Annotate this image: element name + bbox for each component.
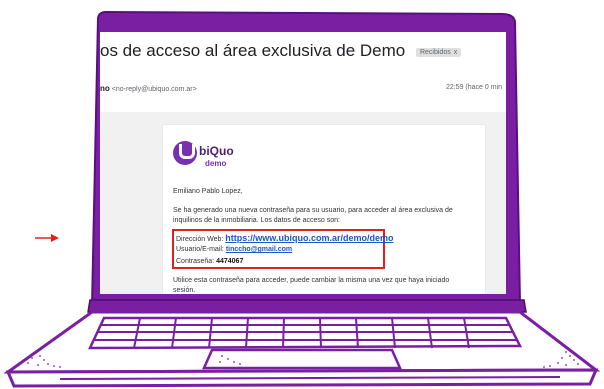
inbox-label-text: Recibidos	[419, 49, 451, 56]
credentials-box: Dirección Web: https://www.ubiquo.com.ar…	[172, 229, 393, 269]
subject-text: os de acceso al área exclusiva de Demo	[100, 41, 406, 60]
user-email-link[interactable]: tinccho@gmail.com	[226, 246, 292, 253]
password-value: 4474067	[216, 258, 244, 265]
user-row: Usuario/E-mail: tinccho@gmail.com	[176, 246, 292, 253]
sender-email: <no-reply@ubiquo.com.ar>	[111, 86, 197, 93]
email-subject: os de acceso al área exclusiva de Demo R…	[100, 41, 462, 61]
email-time: 22:59 (hace 0 min	[445, 84, 502, 91]
logo-name: biQuo	[199, 144, 234, 158]
arrow-right-icon	[35, 234, 59, 242]
sender-name[interactable]: no	[100, 84, 110, 93]
email-body-card: biQuo demo Emiliano Pablo Lopez, Se ha g…	[163, 125, 485, 294]
logo-sub: demo	[205, 159, 227, 168]
greeting: Emiliano Pablo Lopez,	[173, 188, 243, 195]
ubiquo-logo: biQuo demo	[173, 141, 253, 177]
close-icon[interactable]: x	[454, 49, 458, 56]
sender-info: no <no-reply@ubiquo.com.ar>	[100, 84, 197, 93]
user-label: Usuario/E-mail:	[176, 246, 224, 253]
web-link[interactable]: https://www.ubiquo.com.ar/demo/demo	[225, 233, 393, 243]
password-row: Contraseña: 4474067	[176, 258, 243, 265]
closing-paragraph: Utilice esta contraseña para acceder, pu…	[173, 277, 450, 294]
intro-paragraph: Se ha generado una nueva contraseña para…	[173, 207, 453, 224]
sender-bar: no <no-reply@ubiquo.com.ar> 22:59 (hace …	[100, 72, 506, 112]
email-screen: os de acceso al área exclusiva de Demo R…	[100, 32, 506, 294]
web-address-row: Dirección Web: https://www.ubiquo.com.ar…	[176, 233, 393, 243]
subject-bar: os de acceso al área exclusiva de Demo R…	[100, 32, 506, 72]
web-label: Dirección Web:	[176, 236, 224, 243]
inbox-label-badge[interactable]: Recibidos x	[415, 48, 462, 57]
password-label: Contraseña:	[176, 258, 215, 265]
ubiquo-logo-icon	[173, 141, 197, 165]
